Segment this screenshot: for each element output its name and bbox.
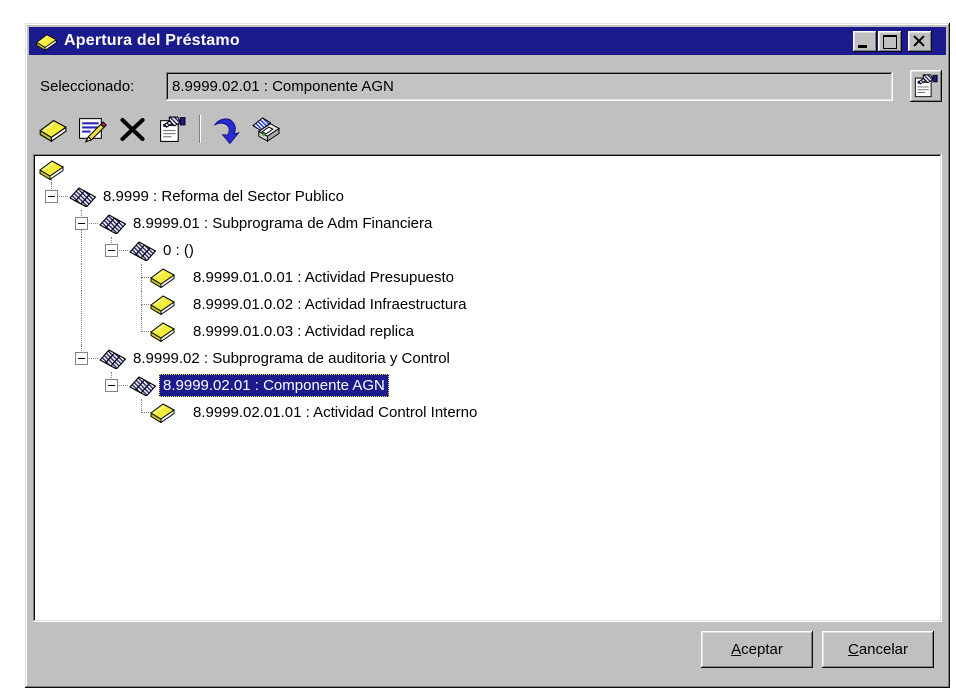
yellow-book-icon bbox=[149, 293, 175, 315]
tree-item-label[interactable]: 8.9999.01 : Subprograma de Adm Financier… bbox=[133, 210, 432, 237]
tree-connector bbox=[142, 412, 149, 413]
print-button[interactable] bbox=[249, 113, 283, 145]
selected-label: Seleccionado: bbox=[40, 72, 134, 101]
tree-connector bbox=[81, 237, 82, 264]
tree-item-label[interactable]: 8.9999.02 : Subprograma de auditoria y C… bbox=[133, 345, 450, 372]
tree-item-label[interactable]: 8.9999 : Reforma del Sector Publico bbox=[103, 183, 344, 210]
books-stack-icon bbox=[129, 374, 159, 396]
item-properties-button[interactable] bbox=[155, 113, 189, 145]
yellow-book-icon bbox=[38, 115, 67, 144]
tree-connector bbox=[111, 372, 112, 378]
tree-connector bbox=[111, 237, 112, 243]
new-item-button[interactable] bbox=[35, 113, 69, 145]
tree-connector bbox=[119, 250, 128, 251]
window-title: Apertura del Préstamo bbox=[64, 32, 240, 50]
minimize-button[interactable] bbox=[853, 31, 877, 52]
tree-connector bbox=[141, 399, 142, 413]
tree-connector bbox=[81, 264, 82, 291]
books-stack-icon bbox=[99, 347, 129, 369]
tree-connector bbox=[81, 345, 82, 351]
toolbar-separator bbox=[199, 115, 201, 143]
tree-item[interactable]: 0 : () bbox=[35, 237, 940, 264]
edit-item-button[interactable] bbox=[75, 113, 109, 145]
tree-expander-minus[interactable] bbox=[75, 352, 88, 365]
tree-item[interactable]: 8.9999 : Reforma del Sector Publico bbox=[35, 183, 940, 210]
tree-connector bbox=[119, 385, 128, 386]
yellow-book-icon bbox=[149, 266, 175, 288]
tree-connector bbox=[89, 358, 98, 359]
toolbar bbox=[35, 112, 289, 146]
properties-icon bbox=[913, 73, 939, 99]
edit-icon bbox=[78, 115, 107, 144]
cancel-button[interactable]: Cancelar bbox=[822, 631, 934, 668]
tree-item-label[interactable]: 8.9999.01.0.01 : Actividad Presupuesto bbox=[193, 264, 454, 291]
tree-item[interactable]: 8.9999.01.0.03 : Actividad replica bbox=[35, 318, 940, 345]
delete-item-button[interactable] bbox=[115, 113, 149, 145]
yellow-book-icon bbox=[149, 401, 175, 423]
yellow-book-icon bbox=[35, 32, 57, 51]
books-stack-icon bbox=[129, 239, 159, 261]
printer-icon bbox=[252, 115, 281, 144]
tree-item[interactable]: 8.9999.02 : Subprograma de auditoria y C… bbox=[35, 345, 940, 372]
books-stack-icon bbox=[99, 212, 129, 234]
tree-connector bbox=[141, 277, 142, 291]
tree-item[interactable]: 8.9999.01.0.01 : Actividad Presupuesto bbox=[35, 264, 940, 291]
selected-input[interactable]: 8.9999.02.01 : Componente AGN bbox=[166, 72, 893, 101]
books-stack-icon bbox=[69, 185, 99, 207]
tree-item[interactable]: 8.9999.02.01 : Componente AGN bbox=[35, 372, 940, 399]
accept-button[interactable]: Aceptar bbox=[701, 631, 813, 668]
tree-item[interactable]: 8.9999.02.01.01 : Actividad Control Inte… bbox=[35, 399, 940, 426]
yellow-book-icon bbox=[149, 320, 175, 342]
delete-x-icon bbox=[118, 115, 147, 144]
tree-connector bbox=[81, 318, 82, 345]
tree-item-label-selected[interactable]: 8.9999.02.01 : Componente AGN bbox=[159, 374, 389, 397]
tree-connector bbox=[141, 304, 142, 318]
yellow-book-icon bbox=[38, 158, 64, 180]
tree-connector bbox=[142, 277, 149, 278]
tree-expander-minus[interactable] bbox=[45, 190, 58, 203]
close-button[interactable] bbox=[908, 31, 932, 52]
tree-connector bbox=[141, 264, 142, 278]
move-down-button[interactable] bbox=[209, 113, 243, 145]
tree-connector bbox=[59, 196, 68, 197]
tree-item-root[interactable] bbox=[35, 156, 940, 183]
maximize-button[interactable] bbox=[878, 31, 902, 52]
maximize-icon bbox=[878, 31, 902, 52]
properties-icon bbox=[158, 115, 187, 144]
tree-item-label[interactable]: 8.9999.01.0.03 : Actividad replica bbox=[193, 318, 414, 345]
blue-arrow-down-icon bbox=[212, 115, 241, 144]
close-icon bbox=[908, 31, 932, 52]
tree-connector bbox=[81, 230, 82, 237]
tree-expander-minus[interactable] bbox=[105, 379, 118, 392]
tree-item-label[interactable]: 8.9999.02.01.01 : Actividad Control Inte… bbox=[193, 399, 477, 426]
tree-connector bbox=[141, 318, 142, 332]
tree-connector bbox=[51, 183, 52, 189]
tree-connector bbox=[89, 223, 98, 224]
tree-item-label[interactable]: 8.9999.01.0.02 : Actividad Infraestructu… bbox=[193, 291, 467, 318]
tree-item[interactable]: 8.9999.01.0.02 : Actividad Infraestructu… bbox=[35, 291, 940, 318]
tree-expander-minus[interactable] bbox=[75, 217, 88, 230]
dialog-window: Apertura del Préstamo Seleccionado: 8.99… bbox=[25, 23, 950, 688]
tree-connector bbox=[81, 210, 82, 216]
title-bar: Apertura del Préstamo bbox=[29, 27, 946, 55]
tree-connector bbox=[142, 304, 149, 305]
tree-view[interactable]: 8.9999 : Reforma del Sector Publico8.999… bbox=[33, 154, 942, 622]
minimize-icon bbox=[853, 31, 877, 52]
selected-properties-button[interactable] bbox=[910, 70, 942, 102]
tree-expander-minus[interactable] bbox=[105, 244, 118, 257]
tree-item[interactable]: 8.9999.01 : Subprograma de Adm Financier… bbox=[35, 210, 940, 237]
tree-item-label[interactable]: 0 : () bbox=[163, 237, 194, 264]
tree-connector bbox=[142, 331, 149, 332]
tree-connector bbox=[81, 291, 82, 318]
tree-connector bbox=[141, 291, 142, 305]
